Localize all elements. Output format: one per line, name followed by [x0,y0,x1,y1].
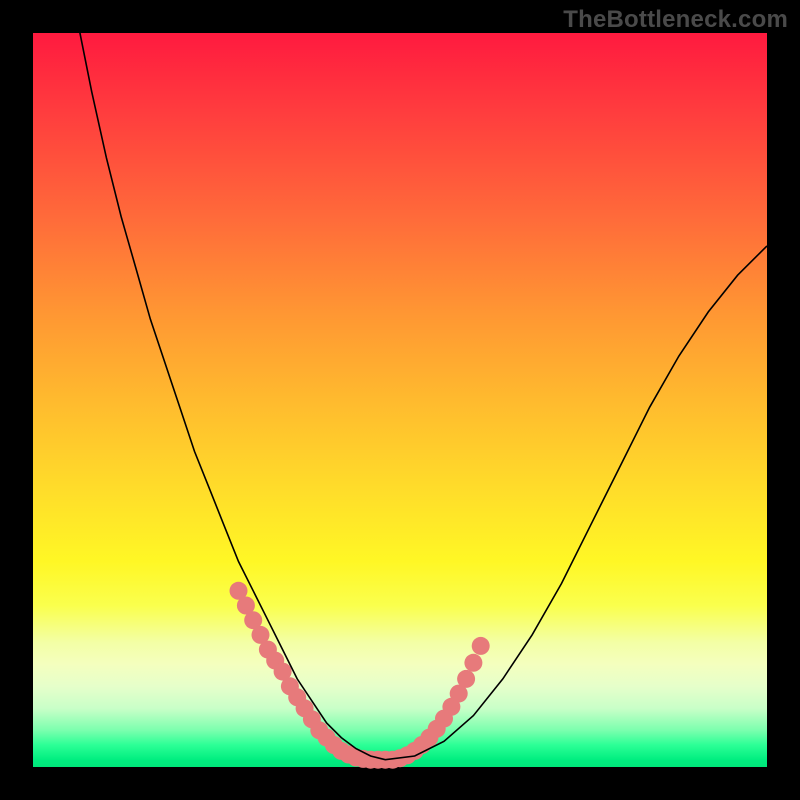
curve-marker [472,637,490,655]
chart-frame: TheBottleneck.com [0,0,800,800]
plot-area [33,33,767,767]
bottleneck-curve [77,18,767,759]
curve-layer [33,33,767,767]
curve-marker [457,670,475,688]
watermark-text: TheBottleneck.com [563,6,788,34]
marker-cluster [230,582,490,769]
curve-marker [464,654,482,672]
